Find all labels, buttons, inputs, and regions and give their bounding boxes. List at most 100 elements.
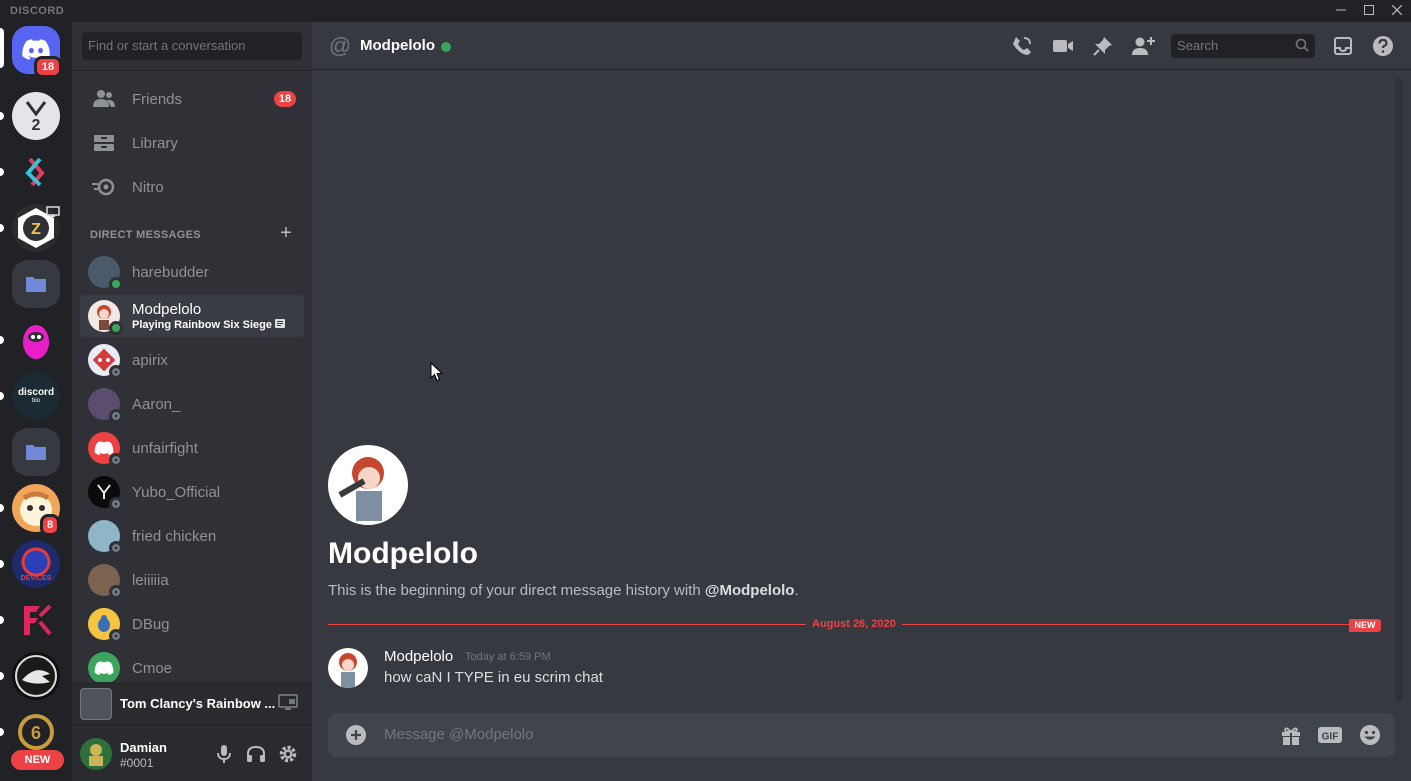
dm-item[interactable]: leiiiiia (80, 559, 304, 601)
dm-name: Aaron_ (132, 395, 181, 413)
deafen-button[interactable] (244, 742, 268, 766)
find-conversation-button[interactable]: Find or start a conversation (82, 32, 302, 60)
server-list: 18 2 Z discord bio 8 DEVICES 6 NEW (0, 22, 72, 781)
nav-nitro[interactable]: Nitro (80, 166, 304, 208)
chat-header: @ Modpelolo Search (312, 22, 1411, 70)
server-folder-1[interactable] (12, 260, 60, 308)
unread-pill (0, 168, 4, 176)
welcome-handle[interactable]: @Modpelolo (705, 582, 795, 599)
dm-sidebar: Find or start a conversation Friends 18 … (72, 22, 312, 781)
headphones-icon (247, 745, 265, 762)
discord-bio-label: discord (17, 386, 55, 398)
server-hexagon[interactable] (12, 148, 60, 196)
gift-button[interactable] (1279, 723, 1303, 747)
server-hamster[interactable]: 8 (12, 484, 60, 536)
avatar (88, 432, 123, 467)
chat-scrollbar[interactable] (1395, 78, 1403, 702)
close-window-button[interactable] (1383, 0, 1411, 22)
help-button[interactable] (1371, 34, 1395, 58)
gif-button[interactable]: GIF (1318, 723, 1342, 747)
dm-item[interactable]: fried chicken (80, 515, 304, 557)
friends-badge: 18 (274, 91, 296, 107)
message-composer: Message @Modpelolo GIF (328, 713, 1395, 757)
shark-logo-icon (15, 655, 57, 697)
go-live-icon[interactable] (278, 694, 298, 714)
pin-icon (1093, 37, 1112, 56)
user-name: Damian (120, 740, 167, 755)
search-input[interactable]: Search (1171, 34, 1315, 58)
server-fallguy[interactable] (12, 316, 60, 364)
inbox-button[interactable] (1331, 34, 1355, 58)
pinned-messages-button[interactable] (1091, 34, 1115, 58)
start-voice-call-button[interactable] (1010, 34, 1034, 58)
dm-name: Cmoe (132, 659, 173, 677)
dm-item[interactable]: unfairfight (80, 427, 304, 469)
divider (72, 70, 312, 71)
dm-name: DBug (132, 615, 170, 633)
dm-name: leiiiiia (132, 571, 169, 589)
avatar (88, 564, 123, 599)
add-user-icon (1132, 37, 1155, 55)
microphone-icon (217, 745, 231, 763)
welcome-title: Modpelolo (328, 537, 478, 570)
message-content: how caN I TYPE in eu scrim chat (384, 669, 603, 686)
unread-pill (0, 112, 4, 120)
nav-friends[interactable]: Friends 18 (80, 78, 304, 120)
selected-indicator (0, 28, 4, 68)
message-avatar[interactable] (328, 648, 368, 688)
unread-pill (0, 392, 4, 400)
welcome-avatar (328, 445, 408, 525)
message-author[interactable]: Modpelolo (384, 648, 453, 665)
emoji-button[interactable] (1358, 723, 1382, 747)
dm-item[interactable]: apirix (80, 339, 304, 381)
library-icon (92, 131, 116, 155)
server-discord-bio[interactable]: discord bio (12, 372, 60, 420)
fk-logo-icon (24, 604, 52, 636)
unread-pill (0, 224, 4, 232)
server-fk[interactable] (12, 596, 60, 644)
unread-pill (0, 560, 4, 568)
server-unread-badge: 8 (40, 514, 60, 536)
gif-icon: GIF (1318, 727, 1342, 743)
fall-guy-icon (23, 325, 49, 359)
minimize-button[interactable] (1327, 0, 1355, 22)
user-settings-button[interactable] (276, 742, 300, 766)
mouse-cursor-icon (430, 361, 444, 387)
status-offline (109, 541, 123, 555)
dm-name: Modpelolo (132, 301, 202, 318)
add-friends-to-dm-button[interactable] (1131, 34, 1155, 58)
header-username[interactable]: Modpelolo (360, 37, 435, 54)
discord-bio-sub: bio (31, 397, 40, 404)
create-dm-button[interactable]: + (278, 223, 294, 243)
avatar (88, 652, 120, 684)
dm-item-selected[interactable]: Modpelolo Playing Rainbow Six Siege (80, 295, 304, 337)
message-input[interactable]: Message @Modpelolo (384, 726, 533, 743)
server-devices[interactable]: DEVICES (12, 540, 60, 588)
maximize-button[interactable] (1355, 0, 1383, 22)
server-folder-2[interactable] (12, 428, 60, 476)
nav-library[interactable]: Library (80, 122, 304, 164)
title-bar: DISCORD (0, 0, 1411, 22)
server-z[interactable]: Z (12, 204, 60, 252)
hexagon-logo-icon (25, 157, 45, 187)
server-shark[interactable] (12, 652, 60, 700)
user-avatar[interactable] (80, 738, 112, 770)
avatar (88, 344, 123, 379)
game-name: Tom Clancy's Rainbow ... (120, 696, 276, 711)
upload-button[interactable] (344, 723, 368, 747)
mute-button[interactable] (212, 742, 236, 766)
home-button[interactable]: 18 (12, 26, 62, 78)
dm-name: Yubo_Official (132, 483, 221, 501)
dm-item[interactable]: harebudder (80, 251, 304, 293)
gear-icon (279, 745, 297, 763)
avatar (88, 520, 123, 555)
help-icon (1373, 36, 1393, 56)
emoji-icon (1360, 725, 1380, 745)
status-online (109, 277, 123, 291)
dm-item[interactable]: Aaron_ (80, 383, 304, 425)
server-y2[interactable]: 2 (12, 92, 60, 140)
dm-item[interactable]: Yubo_Official (80, 471, 304, 513)
dm-item[interactable]: DBug (80, 603, 304, 645)
start-video-call-button[interactable] (1051, 34, 1075, 58)
server-rainbow-six[interactable]: 6 (12, 708, 60, 756)
